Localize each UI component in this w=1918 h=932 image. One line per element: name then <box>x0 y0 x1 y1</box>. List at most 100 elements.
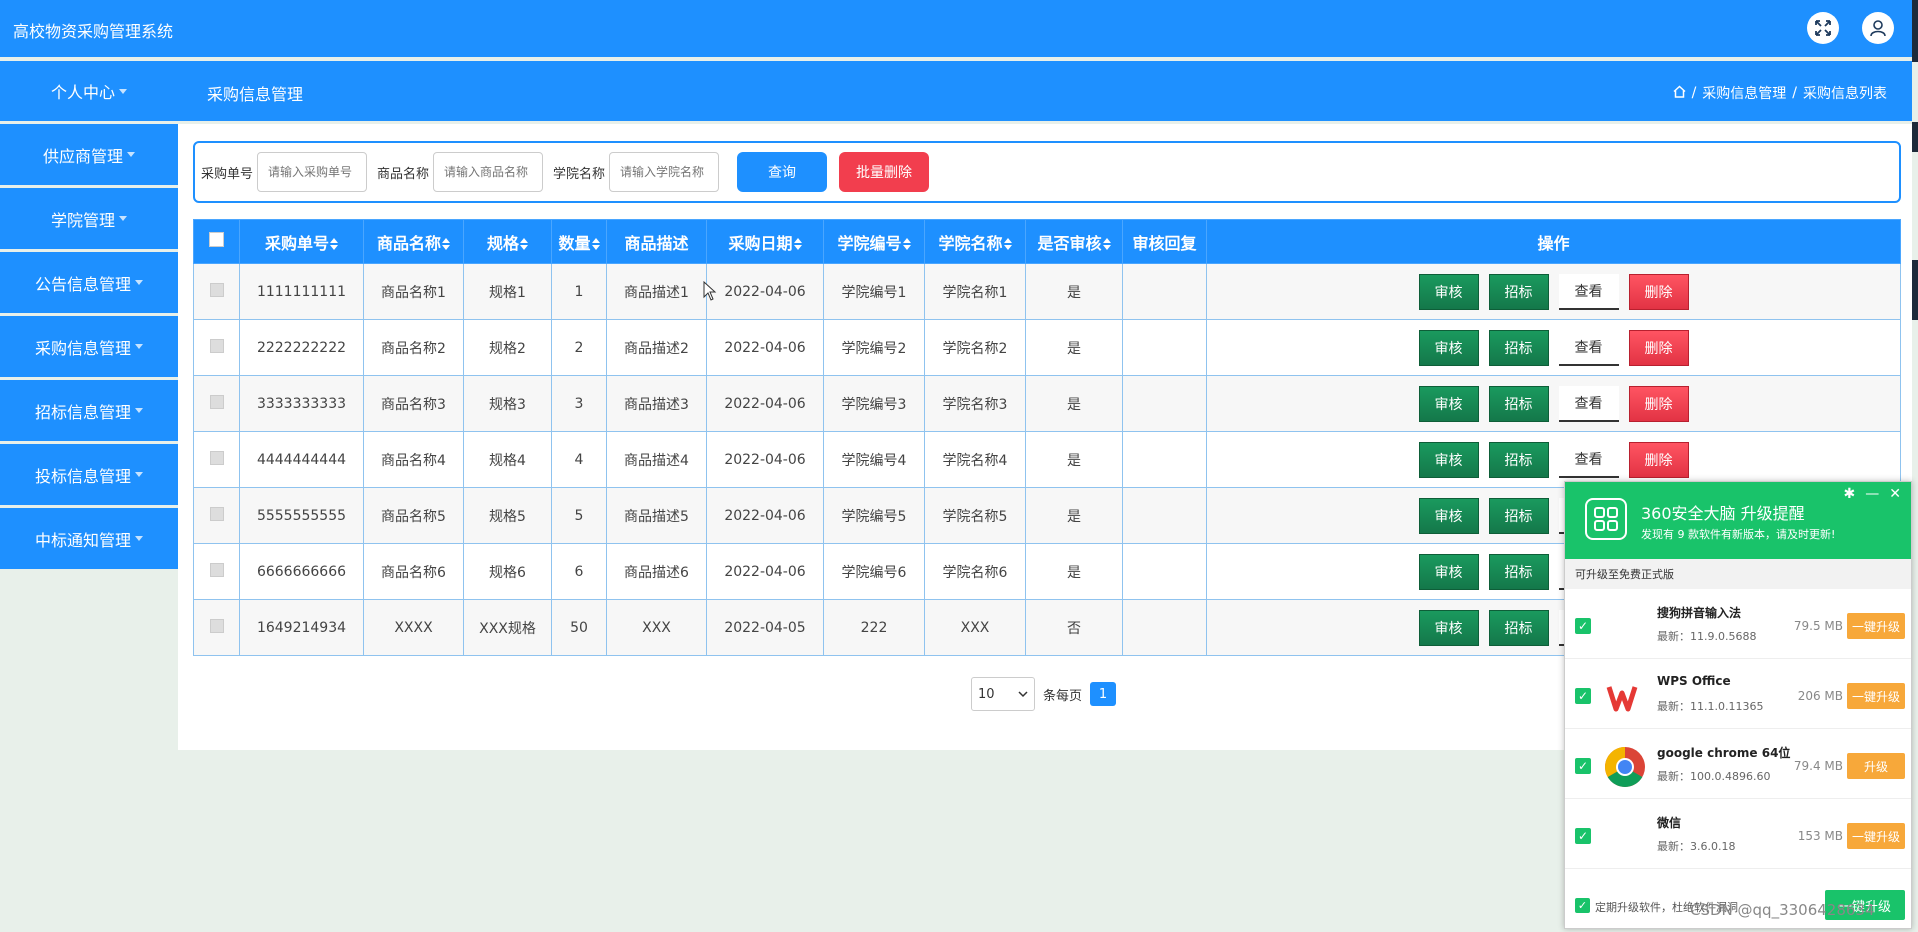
home-icon[interactable] <box>1673 84 1686 102</box>
app-upgrade-button[interactable]: 升级 <box>1847 753 1905 779</box>
popup-subtitle: 发现有 9 款软件有新版本，请及时更新! <box>1641 528 1836 541</box>
row-checkbox[interactable] <box>209 394 224 409</box>
product-name-label: 商品名称 <box>377 166 430 182</box>
view-button[interactable]: 查看 <box>1558 273 1619 310</box>
breadcrumb-item[interactable]: 采购信息管理 <box>1702 83 1786 103</box>
view-button[interactable]: 查看 <box>1558 441 1619 478</box>
review-button[interactable]: 审核 <box>1418 497 1479 534</box>
column-header[interactable]: 是否审核 <box>1025 219 1123 264</box>
sidebar-item-tenders[interactable]: 招标信息管理 <box>0 380 178 441</box>
delete-button[interactable]: 删除 <box>1628 273 1689 310</box>
delete-button[interactable]: 删除 <box>1628 441 1689 478</box>
sidebar-item-suppliers[interactable]: 供应商管理 <box>0 124 178 185</box>
app-version: 最新：11.9.0.5688 <box>1657 630 1757 643</box>
select-all-checkbox[interactable] <box>209 232 224 247</box>
table-cell: 商品名称5 <box>363 487 464 544</box>
view-button[interactable]: 查看 <box>1558 385 1619 422</box>
sort-icon[interactable] <box>442 238 450 250</box>
row-checkbox[interactable] <box>209 562 224 577</box>
sidebar-item-announcements[interactable]: 公告信息管理 <box>0 252 178 313</box>
row-checkbox[interactable] <box>209 450 224 465</box>
page-number[interactable]: 1 <box>1090 682 1117 706</box>
column-header[interactable]: 商品名称 <box>363 219 464 264</box>
review-button[interactable]: 审核 <box>1418 441 1479 478</box>
review-button[interactable]: 审核 <box>1418 553 1479 590</box>
page-size-select[interactable]: 10 <box>971 677 1035 711</box>
column-header[interactable]: 采购日期 <box>706 219 824 264</box>
sort-icon[interactable] <box>520 238 528 250</box>
delete-button[interactable]: 删除 <box>1628 329 1689 366</box>
table-cell: 学院名称3 <box>924 375 1026 432</box>
app-upgrade-button[interactable]: 一键升级 <box>1847 823 1905 849</box>
tender-button[interactable]: 招标 <box>1488 553 1549 590</box>
table-cell: 学院编号2 <box>823 319 925 376</box>
sidebar-item-bids[interactable]: 投标信息管理 <box>0 444 178 505</box>
review-button[interactable]: 审核 <box>1418 329 1479 366</box>
tender-button[interactable]: 招标 <box>1488 329 1549 366</box>
table-cell: 否 <box>1025 599 1123 656</box>
column-header[interactable]: 学院名称 <box>924 219 1026 264</box>
delete-button[interactable]: 删除 <box>1628 385 1689 422</box>
tender-button[interactable]: 招标 <box>1488 385 1549 422</box>
tender-button[interactable]: 招标 <box>1488 497 1549 534</box>
app-checkbox[interactable]: ✓ <box>1575 828 1591 844</box>
table-cell <box>1122 319 1207 376</box>
close-icon[interactable]: ✕ <box>1889 486 1901 502</box>
sidebar-item-label: 中标通知管理 <box>34 530 131 550</box>
sort-icon[interactable] <box>330 238 338 250</box>
tender-button[interactable]: 招标 <box>1488 609 1549 646</box>
app-version: 最新：100.0.4896.60 <box>1657 770 1771 783</box>
chevron-down-icon <box>135 408 143 413</box>
gear-icon[interactable]: ✱ <box>1844 486 1856 502</box>
minimize-icon[interactable]: — <box>1865 486 1879 502</box>
app-upgrade-button[interactable]: 一键升级 <box>1847 683 1905 709</box>
column-header: 操作 <box>1206 219 1901 264</box>
personal-center-menu[interactable]: 个人中心 <box>0 61 178 121</box>
table-cell: 2022-04-06 <box>706 431 824 488</box>
sort-icon[interactable] <box>902 238 911 250</box>
sidebar-item-label: 投标信息管理 <box>34 466 131 486</box>
row-select-cell <box>193 487 240 544</box>
app-checkbox[interactable]: ✓ <box>1575 618 1591 634</box>
row-checkbox[interactable] <box>209 338 224 353</box>
order-number-input[interactable] <box>257 152 368 192</box>
sidebar-item-colleges[interactable]: 学院管理 <box>0 188 178 249</box>
tender-button[interactable]: 招标 <box>1488 273 1549 310</box>
app-checkbox[interactable]: ✓ <box>1575 688 1591 704</box>
column-header[interactable]: 规格 <box>463 219 552 264</box>
table-cell: 4444444444 <box>239 431 364 488</box>
product-name-input[interactable] <box>433 152 544 192</box>
wechat-icon <box>1603 815 1647 859</box>
row-checkbox[interactable] <box>209 618 224 633</box>
actions-cell: 审核招标查看删除 <box>1206 319 1901 376</box>
column-header[interactable]: 采购单号 <box>239 219 364 264</box>
table-cell: 1111111111 <box>239 263 364 320</box>
row-checkbox[interactable] <box>209 282 224 297</box>
popup-header: 360安全大脑 升级提醒 发现有 9 款软件有新版本，请及时更新! ✱ — ✕ <box>1565 482 1911 559</box>
batch-delete-button[interactable]: 批量删除 <box>839 152 930 192</box>
app-checkbox[interactable]: ✓ <box>1575 758 1591 774</box>
fullscreen-icon[interactable] <box>1807 12 1839 44</box>
auto-upgrade-checkbox[interactable]: ✓ <box>1575 898 1590 913</box>
query-button[interactable]: 查询 <box>737 152 828 192</box>
sidebar-item-label: 供应商管理 <box>42 146 123 166</box>
sort-icon[interactable] <box>1102 238 1111 250</box>
table-cell: 是 <box>1025 543 1123 600</box>
review-button[interactable]: 审核 <box>1418 385 1479 422</box>
sort-icon[interactable] <box>591 238 600 250</box>
review-button[interactable]: 审核 <box>1418 273 1479 310</box>
app-upgrade-button[interactable]: 一键升级 <box>1847 613 1905 639</box>
column-header[interactable]: 学院编号 <box>823 219 925 264</box>
row-checkbox[interactable] <box>209 506 224 521</box>
sidebar-item-award-notices[interactable]: 中标通知管理 <box>0 508 178 569</box>
table-cell <box>1122 431 1207 488</box>
view-button[interactable]: 查看 <box>1558 329 1619 366</box>
user-icon[interactable] <box>1862 12 1894 44</box>
sidebar-item-purchases[interactable]: 采购信息管理 <box>0 316 178 377</box>
review-button[interactable]: 审核 <box>1418 609 1479 646</box>
sort-icon[interactable] <box>793 238 802 250</box>
college-name-input[interactable] <box>609 152 720 192</box>
column-header[interactable]: 数量 <box>551 219 607 264</box>
sort-icon[interactable] <box>1003 238 1012 250</box>
tender-button[interactable]: 招标 <box>1488 441 1549 478</box>
